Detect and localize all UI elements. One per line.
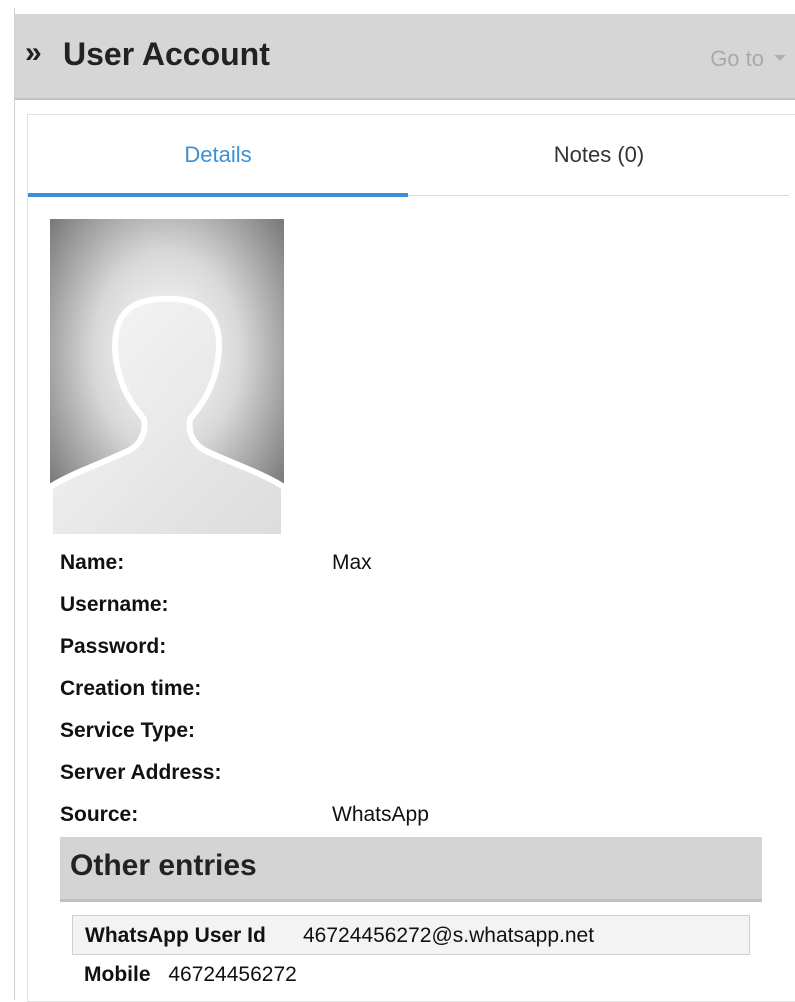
field-value: Max: [332, 551, 372, 574]
details-panel: Details Notes (0) Name: Max Username: Pa…: [27, 114, 795, 1002]
tab-notes[interactable]: Notes (0): [409, 115, 789, 195]
tab-bar: Details Notes (0): [28, 115, 789, 197]
tab-notes-label: Notes (0): [553, 142, 645, 167]
field-label: Source:: [60, 803, 139, 826]
field-label: Password:: [60, 635, 167, 658]
field-source: Source: WhatsApp: [60, 795, 780, 837]
other-entries-header: Other entries: [60, 837, 762, 902]
field-label: Creation time:: [60, 677, 202, 700]
expand-chevron-icon[interactable]: »: [25, 36, 42, 70]
field-label: Service Type:: [60, 719, 196, 742]
field-creation-time: Creation time:: [60, 669, 780, 711]
caret-down-icon[interactable]: [774, 55, 786, 61]
field-server-address: Server Address:: [60, 753, 780, 795]
field-label: Server Address:: [60, 761, 222, 784]
field-name: Name: Max: [60, 543, 780, 585]
account-fields: Name: Max Username: Password: Creation t…: [60, 543, 780, 837]
entry-value: 46724456272@s.whatsapp.net: [303, 924, 595, 947]
entry-value: 46724456272: [168, 963, 297, 986]
section-title: Other entries: [70, 849, 257, 882]
field-label: Username:: [60, 593, 169, 616]
tab-details-label: Details: [184, 142, 252, 167]
entry-whatsapp-user-id: WhatsApp User Id 46724456272@s.whatsapp.…: [72, 915, 750, 955]
field-username: Username:: [60, 585, 780, 627]
field-label: Name:: [60, 551, 125, 574]
user-silhouette-icon: [50, 219, 284, 537]
user-account-window: » User Account Go to Details Notes (0) N…: [14, 8, 795, 1002]
field-value: WhatsApp: [332, 803, 429, 826]
active-tab-indicator: [28, 193, 408, 197]
goto-dropdown[interactable]: Go to: [710, 46, 764, 72]
entry-mobile: Mobile 46724456272: [84, 963, 297, 1001]
tab-details[interactable]: Details: [28, 115, 408, 197]
field-service-type: Service Type:: [60, 711, 780, 753]
field-password: Password:: [60, 627, 780, 669]
page-header: » User Account Go to: [15, 14, 795, 100]
entry-label: Mobile: [84, 963, 151, 986]
entry-label: WhatsApp User Id: [85, 924, 266, 947]
page-title: User Account: [63, 36, 270, 72]
